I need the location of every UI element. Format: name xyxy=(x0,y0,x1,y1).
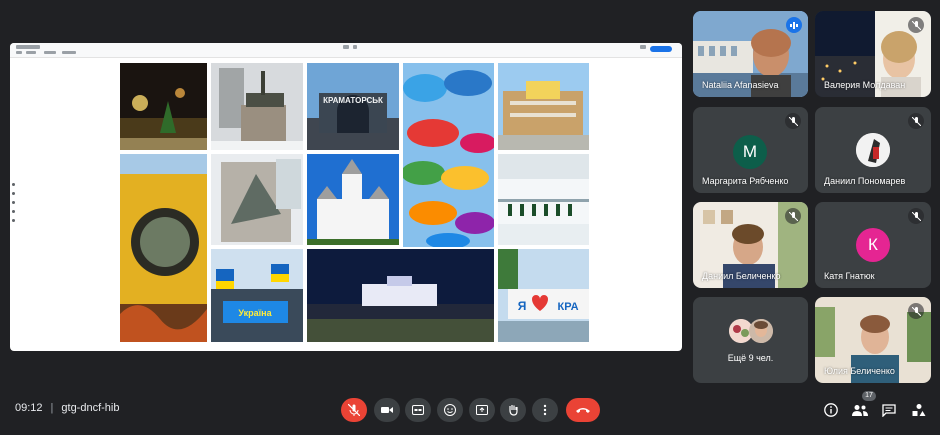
photo-ice-arena xyxy=(498,154,589,245)
participant-tile-daniil-belichenko[interactable]: Даниил Беличенко xyxy=(693,202,808,288)
activities-icon xyxy=(912,404,926,416)
meeting-separator: | xyxy=(50,402,54,414)
info-icon xyxy=(824,403,838,417)
people-count-badge: 17 xyxy=(862,391,876,401)
photo-tank-monument xyxy=(211,63,303,150)
participant-name: Маргарита Рябченко xyxy=(702,176,789,186)
avatar-others-2 xyxy=(749,319,773,343)
captions-icon xyxy=(412,405,424,415)
photo-night-park xyxy=(120,63,207,150)
shared-doc-toolbar xyxy=(10,43,682,58)
kramatorsk-sign-text: КРАМАТОРСЬК xyxy=(323,96,383,105)
meeting-time: 09:12 xyxy=(15,402,43,414)
shared-share-button-icon xyxy=(650,46,672,52)
participant-name: Катя Гнатюк xyxy=(824,271,875,281)
participant-tile-katya[interactable]: К Катя Гнатюк xyxy=(815,202,931,288)
mic-off-icon xyxy=(908,208,924,224)
more-options-button[interactable] xyxy=(532,398,558,422)
avatar xyxy=(856,133,890,167)
mic-off-icon xyxy=(785,113,801,129)
participant-tile-yulia[interactable]: Юлия Беличенко xyxy=(815,297,931,383)
participant-name: Валерия Молдаван xyxy=(824,80,906,90)
participant-tile-others[interactable]: Ещё 9 чел. xyxy=(693,297,808,383)
photo-city-square xyxy=(307,249,494,342)
captions-button[interactable] xyxy=(405,398,431,422)
chat-icon xyxy=(882,403,896,417)
mic-off-icon xyxy=(348,404,360,416)
end-call-button[interactable] xyxy=(566,398,600,422)
mic-off-icon xyxy=(908,303,924,319)
mic-off-icon xyxy=(908,17,924,33)
speaking-indicator-icon xyxy=(786,17,802,33)
shared-screen[interactable]: КРАМАТОРСЬК Україна Я КРА xyxy=(10,43,682,351)
avatar: К xyxy=(856,228,890,262)
participant-tile-daniil-ponomarev[interactable]: Даниил Пономарев xyxy=(815,107,931,193)
photo-white-church xyxy=(307,154,399,245)
hang-up-icon xyxy=(576,408,590,413)
photo-colorful-umbrellas xyxy=(403,63,494,247)
video-camera-icon xyxy=(381,407,393,413)
activities-button[interactable] xyxy=(910,401,928,419)
hand-icon xyxy=(509,405,518,416)
people-icon xyxy=(852,405,868,416)
participant-tile-nataliia[interactable]: Nataliia Afanasieva xyxy=(693,11,808,97)
participant-name: Даниил Пономарев xyxy=(824,176,906,186)
raise-hand-button[interactable] xyxy=(500,398,526,422)
present-screen-button[interactable] xyxy=(469,398,495,422)
photo-university-building xyxy=(498,63,589,150)
mic-off-icon xyxy=(785,208,801,224)
people-button[interactable] xyxy=(851,401,869,419)
others-count-label: Ещё 9 чел. xyxy=(727,353,774,363)
love-banner-word: КРА xyxy=(557,301,578,313)
photo-rally-banner: Україна xyxy=(211,249,303,342)
rally-banner-text: Україна xyxy=(238,308,272,318)
photo-love-banner: Я КРА xyxy=(498,249,589,342)
reactions-button[interactable] xyxy=(437,398,463,422)
photo-kramatorsk-station: КРАМАТОРСЬК xyxy=(307,63,399,150)
photo-monument-relief xyxy=(211,154,303,245)
participant-name: Nataliia Afanasieva xyxy=(702,80,779,90)
participant-name: Даниил Беличенко xyxy=(702,271,781,281)
meeting-code: gtg-dncf-hib xyxy=(61,402,120,414)
more-vert-icon xyxy=(543,404,547,416)
chat-button[interactable] xyxy=(880,401,898,419)
mic-toggle-button[interactable] xyxy=(341,398,367,422)
mic-off-icon xyxy=(908,113,924,129)
slide-page: КРАМАТОРСЬК Україна Я КРА xyxy=(98,59,604,351)
emoji-icon xyxy=(444,404,456,416)
meeting-info: 09:12 | gtg-dncf-hib xyxy=(15,402,119,414)
camera-toggle-button[interactable] xyxy=(374,398,400,422)
participant-name: Юлия Беличенко xyxy=(824,366,895,376)
avatar: М xyxy=(733,135,767,169)
participant-tile-valeria[interactable]: Валерия Молдаван xyxy=(815,11,931,97)
meeting-details-button[interactable] xyxy=(822,401,840,419)
photo-sunflower-mural xyxy=(120,154,207,342)
love-banner-letter: Я xyxy=(518,299,527,313)
shared-side-toolbar xyxy=(12,183,15,233)
present-icon xyxy=(476,404,488,415)
participant-tile-margarita[interactable]: М Маргарита Рябченко xyxy=(693,107,808,193)
